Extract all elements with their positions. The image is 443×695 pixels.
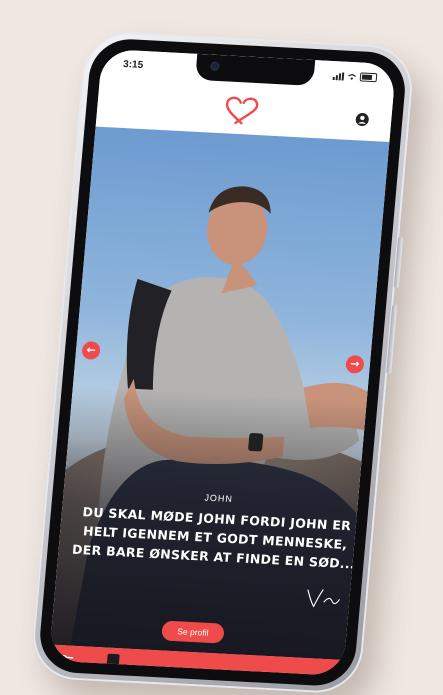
status-icons — [332, 71, 378, 83]
phone-bezel: 3:15 ← → JOHN DU SKAL MØDE JOHN FORDI JO… — [36, 37, 409, 688]
phone-device: 3:15 ← → JOHN DU SKAL MØDE JOHN FORDI JO… — [29, 30, 416, 695]
notch — [195, 53, 316, 86]
camera-icon — [209, 61, 220, 71]
user-icon[interactable] — [355, 112, 370, 127]
heart-logo-icon[interactable] — [221, 95, 264, 127]
sliders-icon[interactable] — [58, 653, 75, 670]
profile-caption: JOHN DU SKAL MØDE JOHN FORDI JOHN ER HEL… — [68, 486, 364, 574]
power-button — [386, 304, 398, 375]
bottom-nav-item[interactable] — [106, 653, 120, 671]
profile-photo[interactable]: ← → JOHN DU SKAL MØDE JOHN FORDI JOHN ER… — [50, 126, 390, 660]
wifi-icon — [348, 73, 356, 80]
phone-screen: 3:15 ← → JOHN DU SKAL MØDE JOHN FORDI JO… — [48, 48, 397, 676]
battery-icon — [359, 72, 378, 83]
view-profile-button[interactable]: Se profil — [161, 620, 225, 644]
volume-button — [393, 236, 404, 289]
phone-mockup: 3:15 ← → JOHN DU SKAL MØDE JOHN FORDI JO… — [0, 0, 443, 695]
signal-icon — [332, 71, 345, 81]
signature-mark — [307, 589, 340, 608]
status-time: 3:15 — [122, 58, 144, 71]
